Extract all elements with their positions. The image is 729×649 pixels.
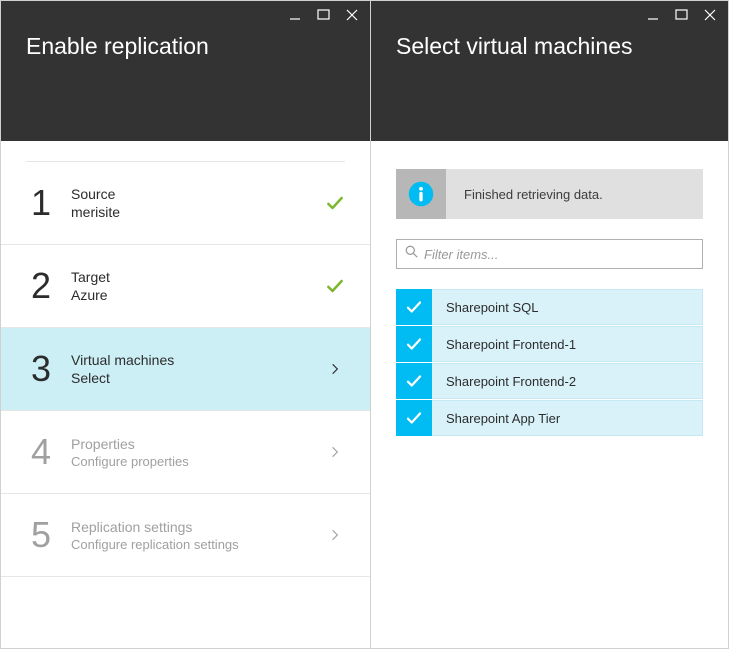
search-icon: [405, 245, 418, 263]
step-number: 1: [31, 182, 71, 224]
step-text: Source merisite: [71, 186, 320, 220]
checkbox-icon[interactable]: [396, 289, 432, 325]
step-subtitle: Select: [71, 370, 320, 386]
close-icon[interactable]: [700, 5, 720, 25]
chevron-right-icon: [320, 528, 350, 542]
checkbox-icon[interactable]: [396, 326, 432, 362]
left-header: Enable replication: [1, 1, 370, 141]
close-icon[interactable]: [342, 5, 362, 25]
filter-input[interactable]: [424, 247, 694, 262]
wizard-steps: 1 Source merisite 2 Target Azure: [1, 141, 370, 648]
step-number: 5: [31, 514, 71, 556]
step-subtitle: merisite: [71, 204, 320, 220]
vm-label: Sharepoint Frontend-2: [432, 363, 703, 399]
info-banner: Finished retrieving data.: [396, 169, 703, 219]
chevron-right-icon: [320, 362, 350, 376]
right-body: Finished retrieving data. Sharepoint SQL: [371, 141, 728, 648]
vm-list: Sharepoint SQL Sharepoint Frontend-1 Sha…: [396, 289, 703, 437]
minimize-icon[interactable]: [644, 5, 664, 25]
step-subtitle: Configure properties: [71, 454, 320, 469]
check-icon: [320, 276, 350, 296]
step-title: Replication settings: [71, 519, 320, 535]
vm-label: Sharepoint App Tier: [432, 400, 703, 436]
vm-item-sharepoint-frontend-2[interactable]: Sharepoint Frontend-2: [396, 363, 703, 399]
step-number: 3: [31, 348, 71, 390]
right-header: Select virtual machines: [371, 1, 728, 141]
step-text: Replication settings Configure replicati…: [71, 519, 320, 552]
wizard-step-virtual-machines[interactable]: 3 Virtual machines Select: [1, 328, 370, 411]
check-icon: [320, 193, 350, 213]
right-pane: Select virtual machines Finished retriev…: [371, 1, 728, 648]
vm-item-sharepoint-app-tier[interactable]: Sharepoint App Tier: [396, 400, 703, 436]
vm-label: Sharepoint SQL: [432, 289, 703, 325]
step-title: Source: [71, 186, 320, 202]
filter-box[interactable]: [396, 239, 703, 269]
wizard-step-replication-settings[interactable]: 5 Replication settings Configure replica…: [1, 494, 370, 577]
window-controls-right: [644, 5, 720, 25]
step-title: Virtual machines: [71, 352, 320, 368]
step-number: 2: [31, 265, 71, 307]
info-icon: [396, 169, 446, 219]
step-text: Target Azure: [71, 269, 320, 303]
checkbox-icon[interactable]: [396, 363, 432, 399]
step-title: Properties: [71, 436, 320, 452]
window-controls-left: [286, 5, 362, 25]
wizard-step-source[interactable]: 1 Source merisite: [1, 162, 370, 245]
vm-item-sharepoint-sql[interactable]: Sharepoint SQL: [396, 289, 703, 325]
vm-label: Sharepoint Frontend-1: [432, 326, 703, 362]
minimize-icon[interactable]: [286, 5, 306, 25]
step-number: 4: [31, 431, 71, 473]
step-subtitle: Azure: [71, 287, 320, 303]
step-text: Properties Configure properties: [71, 436, 320, 469]
step-title: Target: [71, 269, 320, 285]
wizard-step-properties[interactable]: 4 Properties Configure properties: [1, 411, 370, 494]
step-subtitle: Configure replication settings: [71, 537, 320, 552]
maximize-icon[interactable]: [314, 5, 334, 25]
checkbox-icon[interactable]: [396, 400, 432, 436]
maximize-icon[interactable]: [672, 5, 692, 25]
step-text: Virtual machines Select: [71, 352, 320, 386]
left-pane: Enable replication 1 Source merisite 2 T…: [1, 1, 371, 648]
info-banner-text: Finished retrieving data.: [446, 169, 603, 219]
chevron-right-icon: [320, 445, 350, 459]
vm-item-sharepoint-frontend-1[interactable]: Sharepoint Frontend-1: [396, 326, 703, 362]
wizard-step-target[interactable]: 2 Target Azure: [1, 245, 370, 328]
